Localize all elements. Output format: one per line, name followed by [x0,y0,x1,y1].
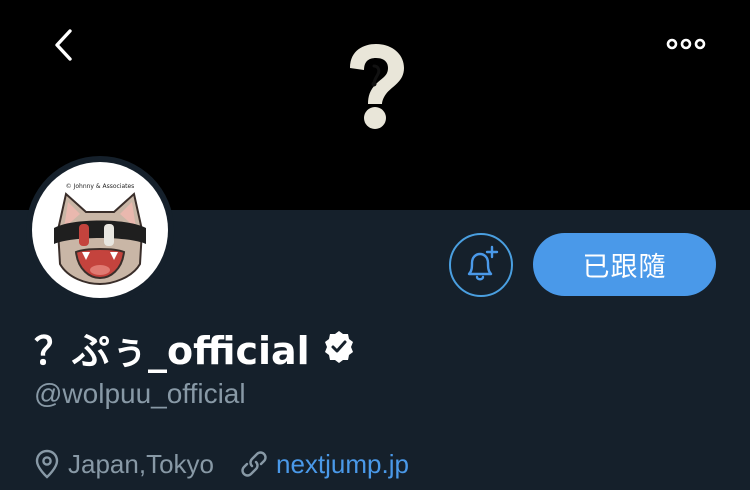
avatar[interactable]: © Johnny & Associates [26,156,174,304]
more-horizontal-icon [666,38,706,50]
avatar-image: © Johnny & Associates [32,162,168,298]
back-button[interactable] [40,22,86,68]
map-pin-icon [35,449,59,479]
website-item[interactable]: nextjump.jp [240,449,409,480]
more-options-button[interactable] [660,24,712,64]
profile-name-row: ？ぷぅ_official [34,322,356,373]
profile-page: © Johnny & Associates 已跟隨 ？ぷぅ_official @… [0,0,750,490]
link-icon [241,451,267,477]
avatar-caption: © Johnny & Associates [65,183,135,190]
chevron-left-icon [55,29,72,61]
location-item: Japan,Tokyo [34,449,214,480]
cat-mascot-illustration [54,192,146,286]
website-link[interactable]: nextjump.jp [276,449,409,480]
location-text: Japan,Tokyo [68,448,214,479]
display-name: ？ぷぅ_official [34,328,310,373]
verified-badge-icon [324,331,353,363]
notifications-button[interactable] [449,233,513,297]
bell-plus-icon [467,245,499,281]
profile-handle: @wolpuu_official [34,378,246,409]
banner-question-mark-art [338,40,414,132]
following-button[interactable]: 已跟隨 [533,233,716,296]
profile-meta: Japan,Tokyo nextjump.jp [34,446,409,482]
